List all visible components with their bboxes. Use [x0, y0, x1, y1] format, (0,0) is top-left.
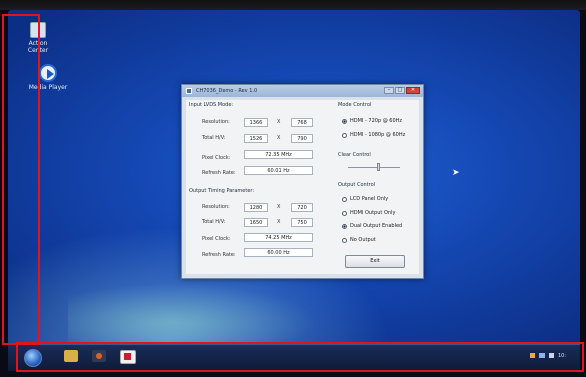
radio-dot[interactable] — [342, 132, 347, 138]
window-title: CH7036_Demo - Rev 1.0 — [196, 88, 258, 94]
radio-dot[interactable] — [342, 223, 347, 229]
clear-slider-thumb[interactable] — [377, 163, 380, 171]
input-refresh-rate: 60.01 Hz — [244, 166, 313, 175]
radio-dot[interactable] — [342, 196, 347, 202]
input-resolution-label: Resolution: — [202, 119, 230, 125]
radio-label: HDMI - 720p @ 60Hz — [350, 118, 403, 124]
radio-lcd-panel-only[interactable]: LCD Panel Only — [342, 196, 388, 202]
exit-button[interactable]: Exit — [345, 255, 405, 268]
radio-dual-output-enabled[interactable]: Dual Output Enabled — [342, 223, 402, 229]
x-separator: X — [277, 119, 281, 125]
output-pixel-clock-label: Pixel Clock: — [202, 236, 231, 242]
window-titlebar[interactable]: CH7036_Demo - Rev 1.0 – □ ✕ — [182, 85, 423, 97]
radio-hdmi-720p[interactable]: HDMI - 720p @ 60Hz — [342, 118, 402, 124]
radio-dot[interactable] — [342, 237, 347, 243]
input-resolution-height: 768 — [291, 118, 313, 127]
mouse-pointer-icon: ➤ — [452, 168, 460, 178]
radio-label: HDMI Output Only — [350, 210, 396, 216]
output-total-v: 750 — [291, 218, 313, 227]
output-timing-title: Output Timing Parameter: — [189, 188, 255, 194]
output-resolution-label: Resolution: — [202, 204, 230, 210]
radio-dot[interactable] — [342, 210, 347, 216]
output-total-h: 1650 — [244, 218, 268, 227]
x-separator: X — [277, 135, 281, 141]
window-client: Input LVDS Mode: Resolution: 1366 X 768 … — [186, 100, 419, 274]
radio-label: HDMI - 1080p @ 60Hz — [350, 132, 406, 138]
radio-dot[interactable] — [342, 118, 347, 124]
input-total-v: 790 — [291, 134, 313, 143]
input-total-h: 1526 — [244, 134, 268, 143]
x-separator: X — [277, 219, 281, 225]
clear-control-title: Clear Control — [338, 152, 371, 158]
x-separator: X — [277, 204, 281, 210]
app-icon — [186, 88, 192, 94]
clear-slider-track[interactable] — [348, 167, 400, 168]
radio-label: Dual Output Enabled — [350, 223, 403, 229]
output-refresh-label: Refresh Rate: — [202, 252, 236, 258]
input-total-hv-label: Total H/V: — [202, 135, 226, 141]
output-refresh-rate: 60.00 Hz — [244, 248, 313, 257]
radio-hdmi-1080p[interactable]: HDMI - 1080p @ 60Hz — [342, 132, 405, 138]
output-total-hv-label: Total H/V: — [202, 219, 226, 225]
input-resolution-width: 1366 — [244, 118, 268, 127]
input-refresh-label: Refresh Rate: — [202, 170, 236, 176]
demo-window: CH7036_Demo - Rev 1.0 – □ ✕ Input LVDS M… — [181, 84, 424, 279]
radio-no-output[interactable]: No Output — [342, 237, 376, 243]
output-resolution-width: 1280 — [244, 203, 268, 212]
input-lvds-title: Input LVDS Mode: — [189, 102, 234, 108]
input-pixel-clock: 72.35 MHz — [244, 150, 313, 159]
maximize-button[interactable]: □ — [395, 87, 405, 94]
monitor-bezel — [0, 0, 586, 10]
radio-hdmi-output-only[interactable]: HDMI Output Only — [342, 210, 395, 216]
highlight-left-edge — [2, 14, 40, 345]
highlight-taskbar — [16, 342, 584, 372]
minimize-button[interactable]: – — [384, 87, 394, 94]
input-pixel-clock-label: Pixel Clock: — [202, 155, 231, 161]
radio-label: LCD Panel Only — [350, 196, 389, 202]
output-pixel-clock: 74.25 MHz — [244, 233, 313, 242]
radio-label: No Output — [350, 237, 376, 243]
media-player-icon — [39, 64, 57, 82]
close-button[interactable]: ✕ — [406, 87, 420, 94]
mode-control-title: Mode Control — [338, 102, 372, 108]
output-resolution-height: 720 — [291, 203, 313, 212]
output-control-title: Output Control — [338, 182, 376, 188]
wallpaper-streak — [68, 280, 328, 350]
